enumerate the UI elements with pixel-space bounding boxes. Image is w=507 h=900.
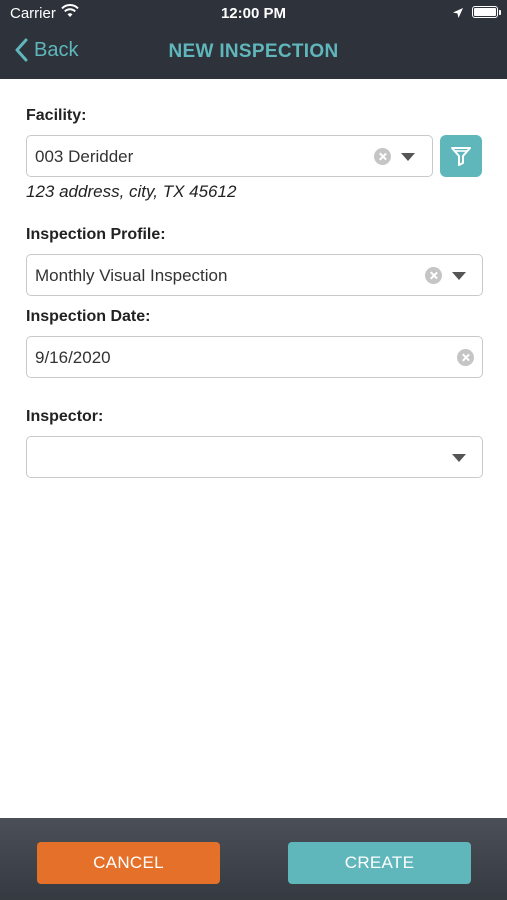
cancel-button[interactable]: CANCEL (37, 842, 220, 884)
bottom-action-bar: CANCEL CREATE (0, 818, 507, 900)
top-bar: Carrier 12:00 PM Back NEW INSPECTION (0, 0, 507, 79)
inspector-select[interactable] (26, 436, 483, 478)
date-label: Inspection Date: (26, 308, 151, 325)
nav-bar: Back NEW INSPECTION (0, 28, 507, 79)
facility-value: 003 Deridder (35, 147, 134, 166)
create-button[interactable]: CREATE (288, 842, 471, 884)
status-bar: Carrier 12:00 PM (0, 0, 507, 28)
clear-icon[interactable] (457, 349, 474, 366)
date-value: 9/16/2020 (35, 348, 111, 367)
clear-icon[interactable] (374, 148, 391, 165)
caret-down-icon[interactable] (452, 454, 466, 462)
caret-down-icon[interactable] (401, 153, 415, 161)
clear-icon[interactable] (425, 267, 442, 284)
caret-down-icon[interactable] (452, 272, 466, 280)
profile-select[interactable]: Monthly Visual Inspection (26, 254, 483, 296)
filter-button[interactable] (440, 135, 482, 177)
facility-select[interactable]: 003 Deridder (26, 135, 433, 177)
profile-label: Inspection Profile: (26, 226, 166, 243)
status-time: 12:00 PM (220, 5, 287, 22)
location-arrow-icon (452, 6, 464, 24)
date-field[interactable]: 9/16/2020 (26, 336, 483, 378)
facility-label: Facility: (26, 107, 87, 124)
facility-address: 123 address, city, TX 45612 (26, 182, 237, 201)
battery-tip (499, 10, 501, 15)
inspector-label: Inspector: (26, 408, 104, 425)
battery-icon (472, 6, 498, 18)
filter-icon (451, 147, 471, 166)
profile-value: Monthly Visual Inspection (35, 266, 228, 285)
page-title: NEW INSPECTION (168, 41, 339, 62)
